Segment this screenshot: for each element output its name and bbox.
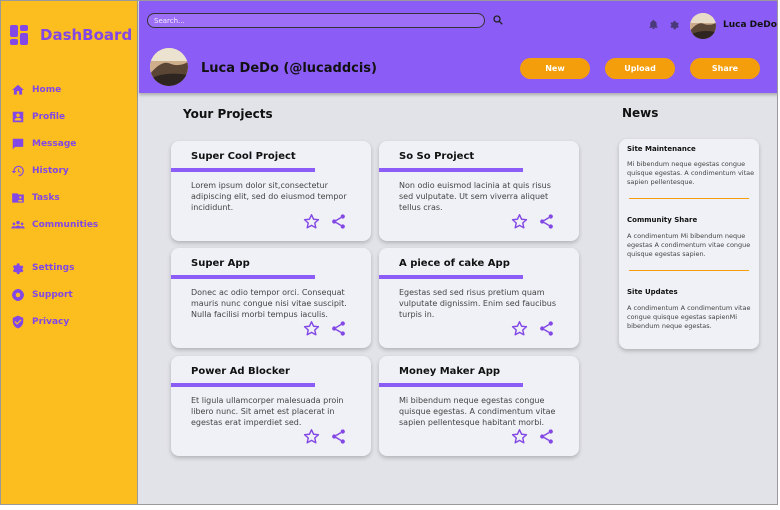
support-icon <box>12 288 24 301</box>
project-title-underline <box>379 275 523 279</box>
sidebar-nav-main: Home Profile Message History Tasks Commu… <box>11 76 98 238</box>
project-title: A piece of cake App <box>399 258 510 269</box>
share-icon[interactable] <box>538 428 555 445</box>
star-icon[interactable] <box>303 428 320 445</box>
news-divider <box>629 270 749 271</box>
dashboard-logo-icon <box>10 25 30 45</box>
new-button[interactable]: New <box>520 58 590 79</box>
bell-icon[interactable] <box>648 19 659 30</box>
project-title: Money Maker App <box>399 366 501 377</box>
sidebar-item-label: Communities <box>32 219 99 230</box>
project-card[interactable]: A piece of cake App Egestas sed sed risus… <box>379 248 579 348</box>
star-icon[interactable] <box>511 320 528 337</box>
sidebar-item-message[interactable]: Message <box>11 130 98 157</box>
news-divider <box>629 198 749 199</box>
sidebar-item-profile[interactable]: Profile <box>11 103 98 130</box>
sidebar-item-label: Settings <box>32 262 75 273</box>
share-icon[interactable] <box>330 428 347 445</box>
username[interactable]: Luca DeDo <box>723 20 777 30</box>
sidebar-item-label: Message <box>32 138 77 149</box>
sidebar-item-label: History <box>32 165 69 176</box>
share-icon[interactable] <box>538 213 555 230</box>
message-icon <box>12 138 24 149</box>
project-card[interactable]: So So Project Non odio euismod lacinia at… <box>379 141 579 241</box>
sidebar-item-privacy[interactable]: Privacy <box>11 308 74 335</box>
sidebar-nav-secondary: Settings Support Privacy <box>11 254 74 335</box>
profile-icon <box>12 111 24 122</box>
sidebar-item-label: Privacy <box>32 316 70 327</box>
project-card[interactable]: Power Ad Blocker Et ligula ullamcorper ma… <box>171 356 371 456</box>
project-title: Super App <box>191 258 250 269</box>
avatar-photo-icon <box>690 13 716 39</box>
project-card[interactable]: Super Cool Project Lorem ipsum dolor sit,… <box>171 141 371 241</box>
profile-avatar[interactable] <box>150 48 188 86</box>
settings-icon <box>12 262 24 274</box>
project-title: Super Cool Project <box>191 151 296 162</box>
project-title: So So Project <box>399 151 475 162</box>
news-item-text: A condimentum Mi bibendum neque egestas … <box>627 232 751 258</box>
news-item-title[interactable]: Site Maintenance <box>627 145 696 153</box>
gear-icon[interactable] <box>669 19 680 30</box>
project-title-underline <box>171 383 315 387</box>
app-window: DashBoard Home Profile Message History T… <box>0 0 778 505</box>
project-title: Power Ad Blocker <box>191 366 290 377</box>
sidebar-item-settings[interactable]: Settings <box>11 254 74 281</box>
upload-button[interactable]: Upload <box>605 58 675 79</box>
top-header: Luca DeDo Luca DeDo (@lucaddcis) New Upl… <box>139 1 777 93</box>
communities-icon <box>11 220 25 228</box>
profile-name: Luca DeDo (@lucaddcis) <box>201 61 377 76</box>
project-title-underline <box>171 275 315 279</box>
news-panel: Site Maintenance Mi bibendum neque egest… <box>619 139 759 349</box>
project-description: Donec ac odio tempor orci. Consequat mau… <box>191 288 347 319</box>
brand[interactable]: DashBoard <box>10 25 132 45</box>
share-icon[interactable] <box>330 213 347 230</box>
news-item-text: A condimentum A condimentum vitae congue… <box>627 304 751 330</box>
sidebar: DashBoard Home Profile Message History T… <box>1 1 138 504</box>
project-description: Mi bibendum neque egestas congue quisque… <box>399 396 556 427</box>
sidebar-item-label: Support <box>32 289 73 300</box>
project-card[interactable]: Super App Donec ac odio tempor orci. Cons… <box>171 248 371 348</box>
home-icon <box>12 84 24 95</box>
news-title: News <box>622 106 659 120</box>
privacy-icon <box>12 315 24 328</box>
projects-title: Your Projects <box>183 107 273 121</box>
share-button[interactable]: Share <box>690 58 760 79</box>
star-icon[interactable] <box>303 320 320 337</box>
sidebar-item-communities[interactable]: Communities <box>11 211 98 238</box>
search-icon[interactable] <box>492 14 504 26</box>
project-title-underline <box>171 168 315 172</box>
sidebar-item-label: Profile <box>32 111 66 122</box>
star-icon[interactable] <box>511 428 528 445</box>
news-item-title[interactable]: Site Updates <box>627 288 678 296</box>
project-title-underline <box>379 383 523 387</box>
star-icon[interactable] <box>303 213 320 230</box>
search-input[interactable] <box>147 13 485 28</box>
brand-title: DashBoard <box>40 26 133 44</box>
sidebar-item-history[interactable]: History <box>11 157 98 184</box>
share-icon[interactable] <box>538 320 555 337</box>
project-description: Egestas sed sed risus pretium quam vulpu… <box>399 288 557 319</box>
project-description: Non odio euismod lacinia at quis risus s… <box>399 181 551 212</box>
sidebar-item-support[interactable]: Support <box>11 281 74 308</box>
history-icon <box>11 165 24 176</box>
project-description: Lorem ipsum dolor sit,consectetur adipis… <box>191 181 347 212</box>
news-item-title[interactable]: Community Share <box>627 216 697 224</box>
avatar[interactable] <box>690 13 716 39</box>
sidebar-item-label: Home <box>32 84 62 95</box>
sidebar-item-home[interactable]: Home <box>11 76 98 103</box>
tasks-icon <box>12 192 24 203</box>
sidebar-item-label: Tasks <box>32 192 60 203</box>
star-icon[interactable] <box>511 213 528 230</box>
sidebar-item-tasks[interactable]: Tasks <box>11 184 98 211</box>
project-card[interactable]: Money Maker App Mi bibendum neque egestas… <box>379 356 579 456</box>
news-item-text: Mi bibendum neque egestas congue quisque… <box>627 160 755 186</box>
avatar-photo-icon <box>150 48 188 86</box>
share-icon[interactable] <box>330 320 347 337</box>
project-title-underline <box>379 168 523 172</box>
project-description: Et ligula ullamcorper malesuada proin li… <box>191 396 344 427</box>
